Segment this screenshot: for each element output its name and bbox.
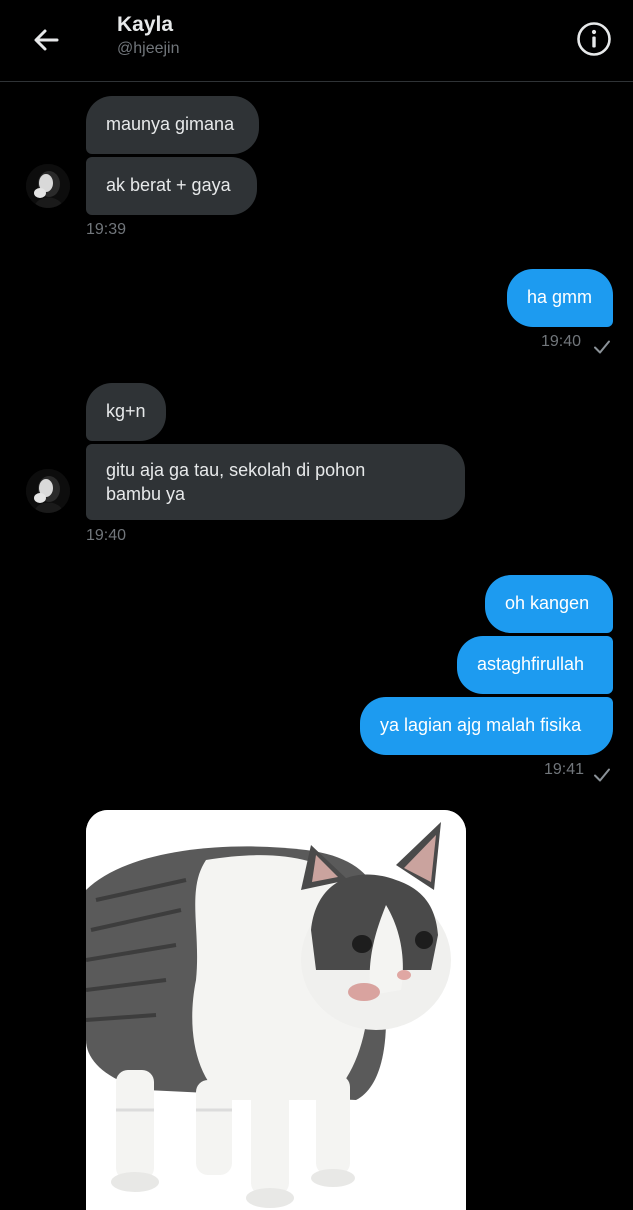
image-message[interactable] bbox=[86, 810, 466, 1210]
contact-name: Kayla bbox=[117, 13, 174, 36]
checkmark-icon bbox=[594, 340, 610, 354]
cat-image bbox=[86, 810, 466, 1210]
message-outgoing[interactable]: oh kangen bbox=[485, 575, 613, 633]
arrow-left-icon bbox=[34, 29, 59, 51]
back-button[interactable] bbox=[26, 20, 66, 60]
avatar[interactable] bbox=[26, 469, 70, 513]
timestamp: 19:40 bbox=[541, 333, 582, 350]
message-outgoing[interactable]: ha gmm bbox=[507, 269, 613, 327]
message-outgoing[interactable]: astaghfirullah bbox=[457, 636, 613, 694]
message-incoming[interactable]: gitu aja ga tau, sekolah di pohon bambu … bbox=[86, 444, 465, 520]
timestamp: 19:40 bbox=[86, 527, 127, 544]
message-incoming[interactable]: ak berat + gaya bbox=[86, 157, 257, 215]
info-icon bbox=[577, 22, 611, 56]
checkmark-icon bbox=[594, 768, 610, 782]
contact-handle: @hjeejin bbox=[117, 40, 180, 57]
info-button[interactable] bbox=[575, 20, 613, 58]
timestamp: 19:41 bbox=[544, 761, 585, 778]
message-outgoing[interactable]: ya lagian ajg malah fisika bbox=[360, 697, 613, 755]
conversation-header: Kayla @hjeejin bbox=[0, 0, 633, 82]
timestamp: 19:39 bbox=[86, 221, 127, 238]
avatar[interactable] bbox=[26, 164, 70, 208]
message-incoming[interactable]: maunya gimana bbox=[86, 96, 259, 154]
conversation-title[interactable]: Kayla @hjeejin bbox=[117, 12, 180, 60]
message-incoming[interactable]: kg+n bbox=[86, 383, 166, 441]
